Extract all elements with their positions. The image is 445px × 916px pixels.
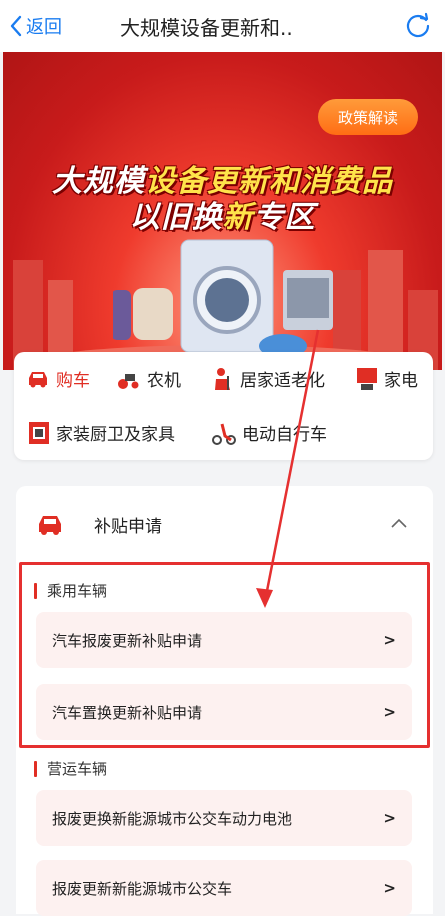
list-item[interactable]: 汽车置换更新补贴申请 > (36, 684, 412, 740)
category-label: 电动自行车 (242, 425, 327, 445)
item-label: 汽车置换更新补贴申请 (52, 703, 203, 722)
chevron-right-icon: > (383, 703, 396, 721)
category-label: 农机 (147, 371, 181, 391)
category-kitchen[interactable]: 家装厨卫及家具 (28, 420, 175, 445)
chevron-right-icon: > (383, 809, 396, 827)
category-ebike[interactable]: 电动自行车 (212, 420, 327, 445)
appliance-icon (356, 367, 378, 391)
refresh-button[interactable] (405, 12, 431, 42)
ebike-icon (212, 421, 236, 445)
category-grid: 购车 农机 居家适老化 家电 家装厨卫及家具 电动自行车 (14, 352, 433, 460)
section-title-commercial: 营运车辆 (34, 758, 107, 779)
kitchen-icon (28, 421, 50, 445)
list-item[interactable]: 报废更新新能源城市公交车 > (36, 860, 412, 916)
item-label: 报废更换新能源城市公交车动力电池 (52, 809, 293, 828)
policy-interpretation-button[interactable]: 政策解读 (318, 99, 418, 135)
chevron-left-icon (10, 15, 22, 37)
section-marker (34, 582, 37, 599)
item-label: 汽车报废更新补贴申请 (52, 631, 203, 650)
refresh-icon (406, 12, 430, 38)
section-title-passenger: 乘用车辆 (34, 580, 107, 601)
back-label: 返回 (26, 17, 62, 38)
category-label: 购车 (56, 371, 90, 391)
banner-headline-line2: 以旧换新专区 (129, 200, 316, 235)
section-label: 营运车辆 (47, 760, 108, 778)
section-marker (34, 760, 37, 777)
elder-care-icon (212, 367, 234, 391)
category-appliance[interactable]: 家电 (356, 366, 418, 391)
car-icon (39, 515, 61, 535)
chevron-right-icon: > (383, 879, 396, 897)
category-label: 居家适老化 (240, 371, 325, 391)
subsidy-header[interactable]: 补贴申请 (36, 512, 162, 537)
page-title: 大规模设备更新和.. (120, 16, 293, 40)
list-item[interactable]: 报废更换新能源城市公交车动力电池 > (36, 790, 412, 846)
category-elder-care[interactable]: 居家适老化 (212, 366, 325, 391)
chevron-right-icon: > (383, 631, 396, 649)
category-car[interactable]: 购车 (26, 366, 90, 391)
top-nav-bar: 返回 大规模设备更新和.. (0, 0, 445, 52)
category-farm-machine[interactable]: 农机 (117, 366, 181, 391)
appliances-illustration (113, 239, 333, 358)
list-item[interactable]: 汽车报废更新补贴申请 > (36, 612, 412, 668)
farm-machine-icon (117, 368, 141, 390)
back-button[interactable]: 返回 (10, 13, 62, 39)
item-label: 报废更新新能源城市公交车 (52, 879, 233, 898)
promo-banner[interactable]: 政策解读 大规模设备更新和消费品 以旧换新专区 (3, 52, 442, 370)
category-label: 家电 (384, 371, 418, 391)
section-label: 乘用车辆 (47, 582, 108, 600)
subsidy-panel: 补贴申请 乘用车辆 汽车报废更新补贴申请 > 汽车置换更新补贴申请 > 营运车辆… (16, 486, 433, 916)
subsidy-header-label: 补贴申请 (94, 517, 162, 537)
car-icon (26, 369, 50, 389)
chevron-up-icon[interactable] (391, 518, 407, 528)
category-label: 家装厨卫及家具 (56, 425, 175, 445)
